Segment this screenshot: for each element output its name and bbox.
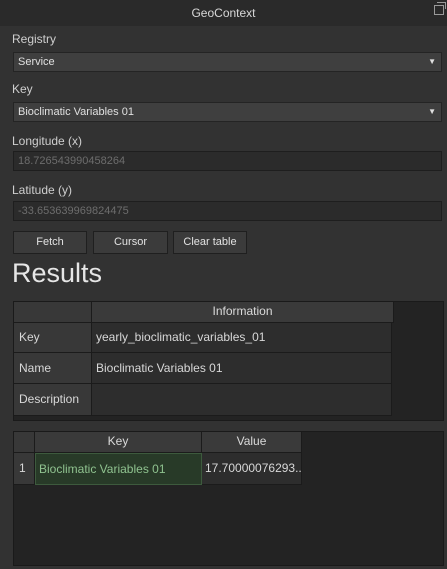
info-row-value-key[interactable]: yearly_bioclimatic_variables_01 (92, 323, 392, 353)
chevron-down-icon: ▼ (428, 107, 436, 116)
registry-selected-value: Service (18, 56, 55, 68)
fetch-button[interactable]: Fetch (13, 231, 87, 254)
panel-title: GeoContext (191, 6, 256, 20)
results-heading: Results (12, 258, 103, 288)
table-corner (14, 302, 92, 323)
key-dropdown[interactable]: Bioclimatic Variables 01 ▼ (13, 102, 442, 122)
clear-table-button[interactable]: Clear table (173, 231, 247, 254)
info-row-label-description[interactable]: Description (14, 384, 92, 416)
value-column-header[interactable]: Value (202, 432, 302, 453)
chevron-down-icon: ▼ (428, 57, 436, 66)
info-row-value-name[interactable]: Bioclimatic Variables 01 (92, 353, 392, 384)
info-row-label-key[interactable]: Key (14, 323, 92, 353)
information-column-header[interactable]: Information (92, 302, 394, 323)
key-selected-value: Bioclimatic Variables 01 (18, 106, 134, 118)
latitude-input[interactable]: -33.653639969824475 (13, 201, 442, 221)
table-corner (14, 432, 35, 453)
geocontext-panel: GeoContext Registry Service ▼ Key Biocli… (0, 0, 447, 569)
longitude-label: Longitude (x) (12, 134, 83, 148)
registry-label: Registry (12, 32, 57, 46)
longitude-input[interactable]: 18.726543990458264 (13, 151, 442, 171)
registry-dropdown[interactable]: Service ▼ (13, 52, 442, 72)
latitude-placeholder: -33.653639969824475 (18, 205, 129, 217)
key-column-header[interactable]: Key (35, 432, 202, 453)
cursor-button[interactable]: Cursor (93, 231, 168, 254)
undock-icon[interactable] (434, 2, 446, 15)
info-row-label-name[interactable]: Name (14, 353, 92, 384)
row-index[interactable]: 1 (14, 453, 35, 485)
table-row-key-cell[interactable]: Bioclimatic Variables 01 (35, 453, 202, 485)
panel-titlebar: GeoContext (0, 0, 447, 26)
key-label: Key (12, 82, 33, 96)
values-table: Key Value 1 Bioclimatic Variables 01 17.… (13, 431, 444, 566)
info-row-value-description[interactable] (92, 384, 392, 416)
latitude-label: Latitude (y) (12, 183, 73, 197)
table-row-value-cell[interactable]: 17.70000076293... (202, 453, 302, 485)
longitude-placeholder: 18.726543990458264 (18, 155, 126, 167)
information-table: Information Key yearly_bioclimatic_varia… (13, 301, 444, 421)
